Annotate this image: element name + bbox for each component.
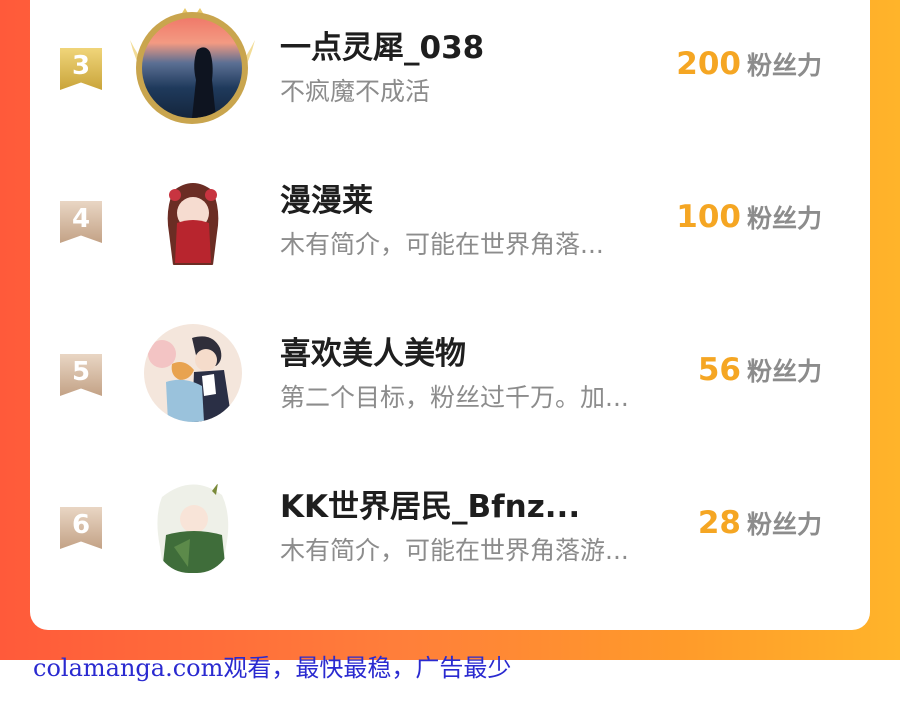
score-unit: 粉丝力 — [746, 510, 822, 539]
avatar-image — [148, 336, 232, 422]
user-bio: 不疯魔不成活 — [280, 77, 431, 106]
fan-power-score: 100 粉丝力 — [676, 199, 822, 235]
rank-badge: 5 — [60, 354, 102, 396]
watermark-text: colamanga.com观看，最快最稳，广告最少 — [33, 654, 512, 682]
leaderboard-row[interactable]: 5 喜欢美人美物 第二个目标，粉丝过千万。加... 56 粉丝力 — [30, 286, 870, 439]
avatar-image — [167, 183, 219, 265]
user-bio: 木有简介，可能在世界角落... — [280, 230, 604, 259]
avatar[interactable] — [145, 173, 241, 269]
score-unit: 粉丝力 — [746, 51, 822, 80]
avatar[interactable] — [120, 0, 265, 125]
user-name[interactable]: 喜欢美人美物 — [280, 328, 466, 373]
fan-power-score: 200 粉丝力 — [676, 46, 822, 82]
avatar[interactable] — [152, 477, 234, 573]
avatar-image — [142, 18, 242, 118]
fan-power-score: 28 粉丝力 — [698, 505, 822, 541]
rank-badge: 6 — [60, 507, 102, 549]
leaderboard-row[interactable]: 3 一点灵犀_038 不疯魔不成活 200 粉丝力 — [30, 0, 870, 133]
score-unit: 粉丝力 — [746, 357, 822, 386]
user-bio: 第二个目标，粉丝过千万。加... — [280, 383, 629, 412]
avatar[interactable] — [144, 324, 242, 422]
score-value: 28 — [697, 505, 741, 541]
score-unit: 粉丝力 — [746, 204, 822, 233]
score-value: 56 — [697, 352, 741, 388]
user-name[interactable]: 一点灵犀_038 — [280, 22, 484, 67]
avatar-image — [157, 483, 229, 573]
user-name[interactable]: KK世界居民_Bfnz... — [280, 481, 580, 526]
leaderboard-card: 3 一点灵犀_038 不疯魔不成活 200 粉丝力 4 漫漫莱 木有简介，可能在… — [30, 0, 870, 630]
score-value: 200 — [676, 46, 741, 82]
user-bio: 木有简介，可能在世界角落游... — [280, 536, 629, 565]
fan-power-score: 56 粉丝力 — [698, 352, 822, 388]
rank-badge: 3 — [60, 48, 102, 90]
user-name[interactable]: 漫漫莱 — [280, 175, 373, 220]
leaderboard-row[interactable]: 6 KK世界居民_Bfnz... 木有简介，可能在世界角落游... 28 粉丝力 — [30, 439, 870, 592]
rank-badge: 4 — [60, 201, 102, 243]
score-value: 100 — [676, 199, 741, 235]
leaderboard-row[interactable]: 4 漫漫莱 木有简介，可能在世界角落... 100 粉丝力 — [30, 133, 870, 286]
